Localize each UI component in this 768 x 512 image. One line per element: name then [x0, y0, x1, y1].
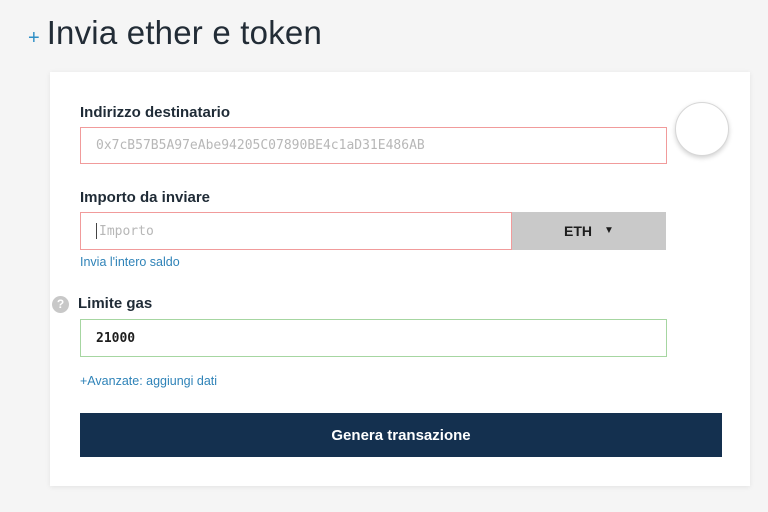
send-all-link[interactable]: Invia l'intero saldo [80, 255, 180, 269]
page-title: + Invia ether e token [28, 14, 322, 62]
gas-limit-input[interactable]: 21000 [80, 319, 667, 357]
page-title-text: Invia ether e token [46, 14, 322, 51]
question-circle-icon[interactable]: ? [52, 296, 69, 313]
currency-value: ETH [564, 223, 593, 239]
generate-transaction-button[interactable]: Genera transazione [80, 413, 722, 457]
recipient-address-input[interactable]: 0x7cB57B5A97eAbe94205C07890BE4c1aD31E486… [80, 127, 667, 164]
identicon-icon [675, 102, 729, 156]
plus-icon: + [28, 27, 40, 49]
text-cursor [96, 223, 97, 239]
amount-label: Importo da inviare [80, 189, 211, 206]
gas-limit-label: Limite gas [78, 295, 153, 312]
amount-input[interactable]: Importo [80, 212, 512, 250]
currency-select[interactable]: ETH ▼ [512, 212, 666, 250]
chevron-down-icon: ▼ [604, 225, 614, 236]
recipient-label: Indirizzo destinatario [80, 104, 231, 121]
recipient-address-placeholder: 0x7cB57B5A97eAbe94205C07890BE4c1aD31E486… [96, 138, 425, 153]
gas-limit-value: 21000 [96, 330, 136, 346]
advanced-data-link[interactable]: +Avanzate: aggiungi dati [80, 374, 217, 388]
amount-placeholder: Importo [99, 223, 154, 239]
